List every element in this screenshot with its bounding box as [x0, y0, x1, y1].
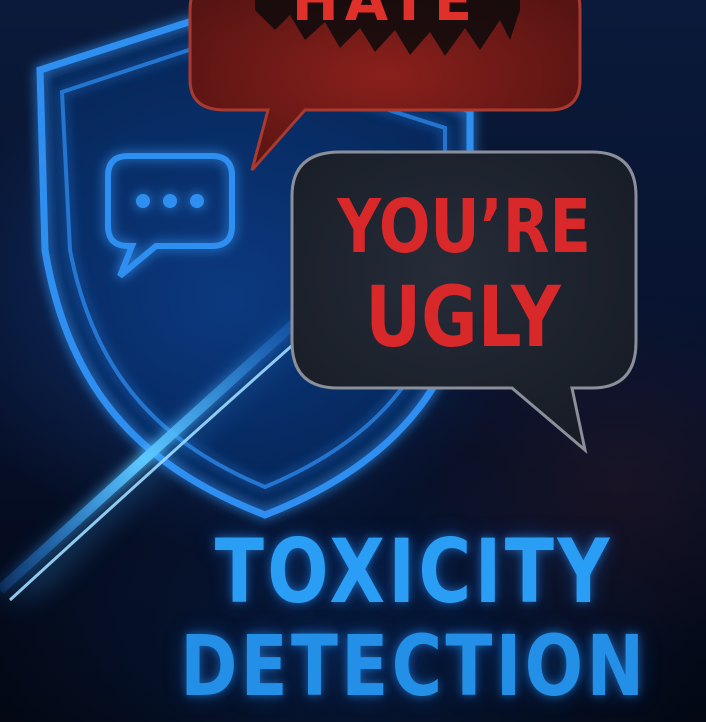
poster: HATE YOU’RE UGLY TOXICITY DETECTION — [0, 0, 706, 722]
title-line-2: DETECTION — [180, 617, 648, 715]
title-line-1: TOXICITY — [214, 520, 613, 623]
hate-text: HATE — [292, 0, 478, 34]
insult-line-2: UGLY — [365, 269, 562, 366]
insult-line-1: YOU’RE — [336, 183, 591, 269]
